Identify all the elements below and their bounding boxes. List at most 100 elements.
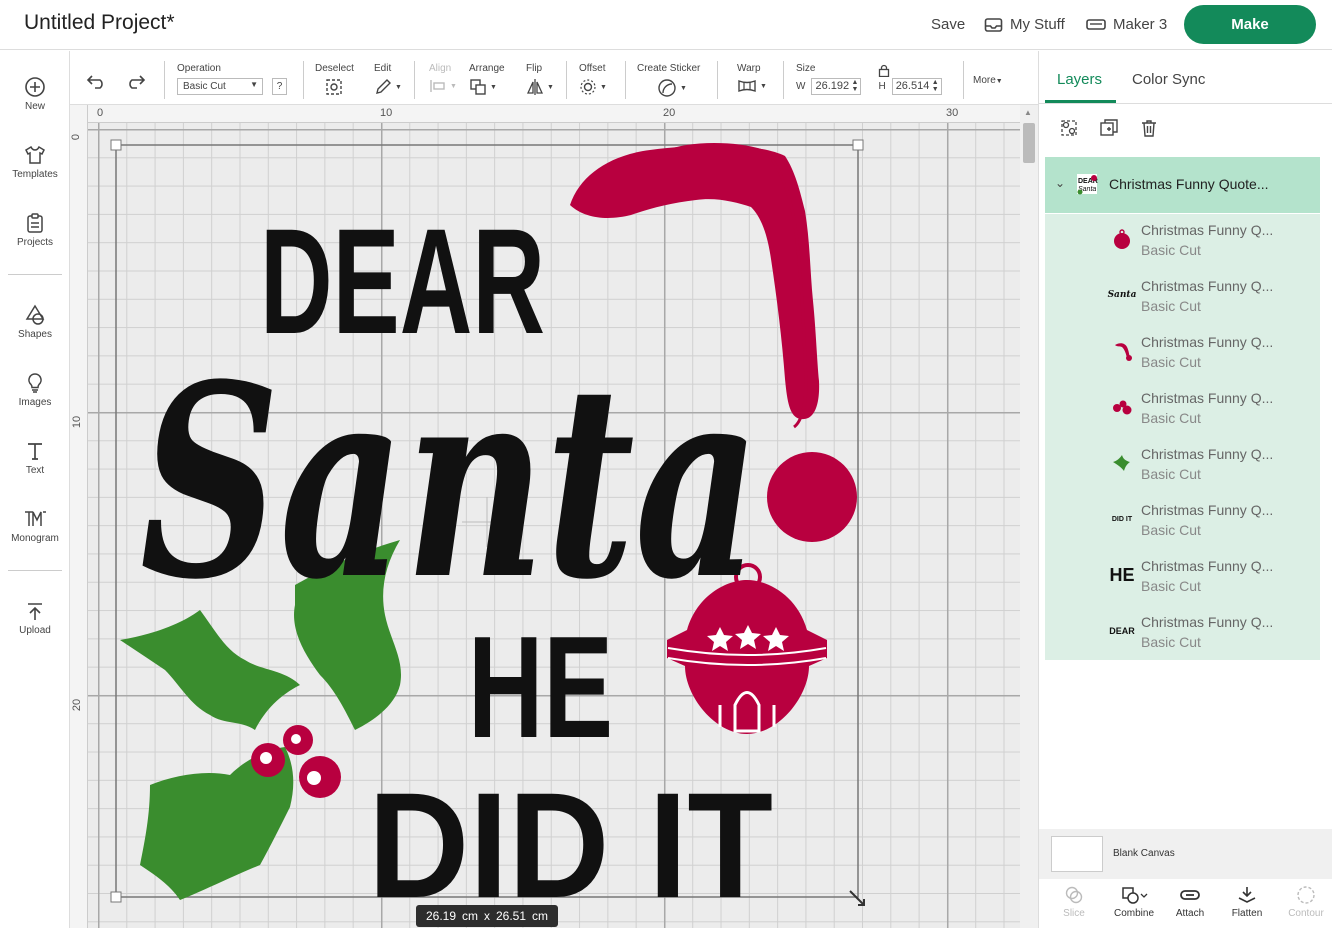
make-button[interactable]: Make	[1184, 5, 1316, 44]
scrollbar-thumb[interactable]	[1023, 123, 1035, 163]
layer-row[interactable]: Christmas Funny Q... Basic Cut	[1045, 438, 1320, 494]
ruler-label: 10	[71, 415, 84, 429]
sidebar-item-upload[interactable]: Upload	[0, 600, 70, 636]
chevron-down-icon: ▼	[760, 82, 767, 90]
scroll-up-icon[interactable]: ▲	[1024, 108, 1032, 117]
top-bar: Untitled Project* Save My Stuff Maker 3 …	[0, 0, 1332, 50]
toolbar-divider	[566, 61, 567, 99]
machine-button[interactable]: Maker 3	[1086, 16, 1167, 33]
layer-operation: Basic Cut	[1141, 410, 1201, 426]
tab-layers[interactable]: Layers	[1057, 71, 1102, 88]
deselect-button[interactable]: Deselect	[315, 63, 354, 96]
operation-select[interactable]: Basic Cut ▼	[177, 78, 263, 95]
sidebar-divider	[8, 570, 62, 571]
duplicate-icon[interactable]	[1099, 118, 1119, 138]
sidebar-item-new[interactable]: New	[0, 76, 70, 112]
sidebar-item-shapes[interactable]: Shapes	[0, 304, 70, 340]
create-sticker-label: Create Sticker	[637, 63, 701, 74]
contour-button[interactable]: Contour	[1277, 885, 1332, 919]
contour-label: Contour	[1288, 908, 1324, 919]
create-sticker-button[interactable]: Create Sticker ▼	[637, 63, 700, 98]
warp-button[interactable]: Warp ▼	[737, 63, 767, 94]
operation-help-button[interactable]: ?	[272, 78, 287, 95]
group-icon[interactable]	[1059, 118, 1079, 138]
chevron-down-icon: ▼	[395, 83, 402, 91]
machine-icon	[1086, 18, 1106, 30]
caret-down-icon: ▼	[995, 78, 1003, 85]
edit-toolbar: Operation Basic Cut ▼? Deselect Edit ▼ Al…	[70, 51, 1038, 105]
top-ruler: 0 10 20 30	[70, 105, 1020, 123]
my-stuff-button[interactable]: My Stuff	[984, 16, 1065, 33]
group-thumbnail-icon: DEARSanta	[1077, 174, 1098, 195]
blank-canvas-row[interactable]: Blank Canvas	[1039, 829, 1332, 879]
offset-button[interactable]: Offset ▼	[579, 63, 607, 96]
selection-handle	[110, 139, 122, 151]
layers-panel: Layers Color Sync ⌄ DEAR Santa Christmas …	[1038, 51, 1332, 928]
save-button[interactable]: Save	[931, 16, 965, 33]
sidebar-label: Text	[25, 465, 45, 476]
stepper-icon: ▲ ▼	[931, 79, 939, 93]
tab-color-sync[interactable]: Color Sync	[1132, 71, 1205, 88]
toolbar-divider	[164, 61, 165, 99]
edit-button[interactable]: Edit ▼	[374, 63, 402, 96]
design-canvas[interactable]: DEAR Santa HE DID IT 0 10 20 30 0 10 20	[70, 105, 1020, 928]
toolbar-divider	[625, 61, 626, 99]
blank-canvas-swatch[interactable]	[1051, 836, 1103, 872]
sidebar-label: Upload	[19, 625, 51, 636]
layer-row[interactable]: Christmas Funny Q... Basic Cut	[1045, 326, 1320, 382]
toolbar-divider	[783, 61, 784, 99]
slice-label: Slice	[1063, 908, 1085, 919]
lock-icon[interactable]	[878, 64, 890, 77]
slice-button[interactable]: Slice	[1045, 885, 1103, 919]
dear-text-icon: DEAR	[1109, 626, 1135, 636]
more-button[interactable]: More▼	[973, 75, 1003, 86]
shapes-icon	[25, 304, 45, 325]
berries-icon	[1109, 394, 1135, 420]
deselect-icon	[326, 79, 342, 95]
sidebar-item-images[interactable]: Images	[0, 372, 70, 408]
layer-row[interactable]: DID IT Christmas Funny Q... Basic Cut	[1045, 494, 1320, 550]
sidebar-item-monogram[interactable]: Monogram	[0, 508, 70, 544]
selection-handle	[110, 891, 122, 903]
layer-operation: Basic Cut	[1141, 522, 1201, 538]
combine-label: Combine	[1113, 908, 1155, 919]
attach-button[interactable]: Attach	[1161, 885, 1219, 919]
arrange-button[interactable]: Arrange ▼	[469, 63, 505, 96]
layer-row[interactable]: Santa Christmas Funny Q... Basic Cut	[1045, 270, 1320, 326]
redo-button[interactable]	[124, 73, 146, 92]
layer-row[interactable]: Christmas Funny Q... Basic Cut	[1045, 214, 1320, 270]
tabs-divider	[1039, 103, 1332, 104]
canvas-scrollbar[interactable]: ▲	[1020, 105, 1038, 928]
size-width: 26.19	[425, 909, 456, 923]
combine-button[interactable]: Combine	[1105, 885, 1163, 919]
undo-button[interactable]	[86, 73, 108, 92]
layer-name: Christmas Funny Q...	[1141, 278, 1274, 294]
height-input[interactable]: 26.514 ▲ ▼	[891, 78, 942, 95]
width-input[interactable]: 26.192 ▲ ▼	[811, 78, 862, 95]
redo-icon	[129, 75, 146, 89]
selection-handle	[852, 139, 864, 151]
layer-name: Christmas Funny Q...	[1141, 502, 1274, 518]
sidebar-label: New	[24, 101, 45, 112]
layer-row[interactable]: Christmas Funny Q... Basic Cut	[1045, 382, 1320, 438]
flip-button[interactable]: Flip ▼	[526, 63, 554, 96]
chevron-down-icon[interactable]: ⌄	[1055, 176, 1065, 190]
toolbar-divider	[717, 61, 718, 99]
layer-group-row[interactable]: ⌄ DEAR Santa Christmas Funny Quote...	[1045, 157, 1320, 213]
sidebar-item-text[interactable]: Text	[0, 440, 70, 476]
trash-icon[interactable]	[1139, 118, 1159, 138]
size-badge: 26.19 cm x 26.51 cm	[416, 905, 558, 927]
stepper-icon: ▲ ▼	[851, 79, 859, 93]
sidebar-item-templates[interactable]: Templates	[0, 144, 70, 180]
layer-row[interactable]: HE Christmas Funny Q... Basic Cut	[1045, 550, 1320, 606]
project-title[interactable]: Untitled Project*	[24, 11, 175, 35]
sidebar-item-projects[interactable]: Projects	[0, 212, 70, 248]
layer-row[interactable]: DEAR Christmas Funny Q... Basic Cut	[1045, 606, 1320, 662]
ruler-label: 20	[663, 107, 676, 119]
ruler-label: 30	[946, 107, 959, 119]
size-group: Size W 26.192 ▲ ▼ H 26.514 ▲ ▼	[796, 63, 942, 95]
design-artwork[interactable]: DEAR Santa HE DID IT	[70, 105, 1020, 928]
align-button[interactable]: Align ▼	[429, 63, 457, 94]
flatten-button[interactable]: Flatten	[1218, 885, 1276, 919]
inbox-icon	[984, 17, 1003, 32]
